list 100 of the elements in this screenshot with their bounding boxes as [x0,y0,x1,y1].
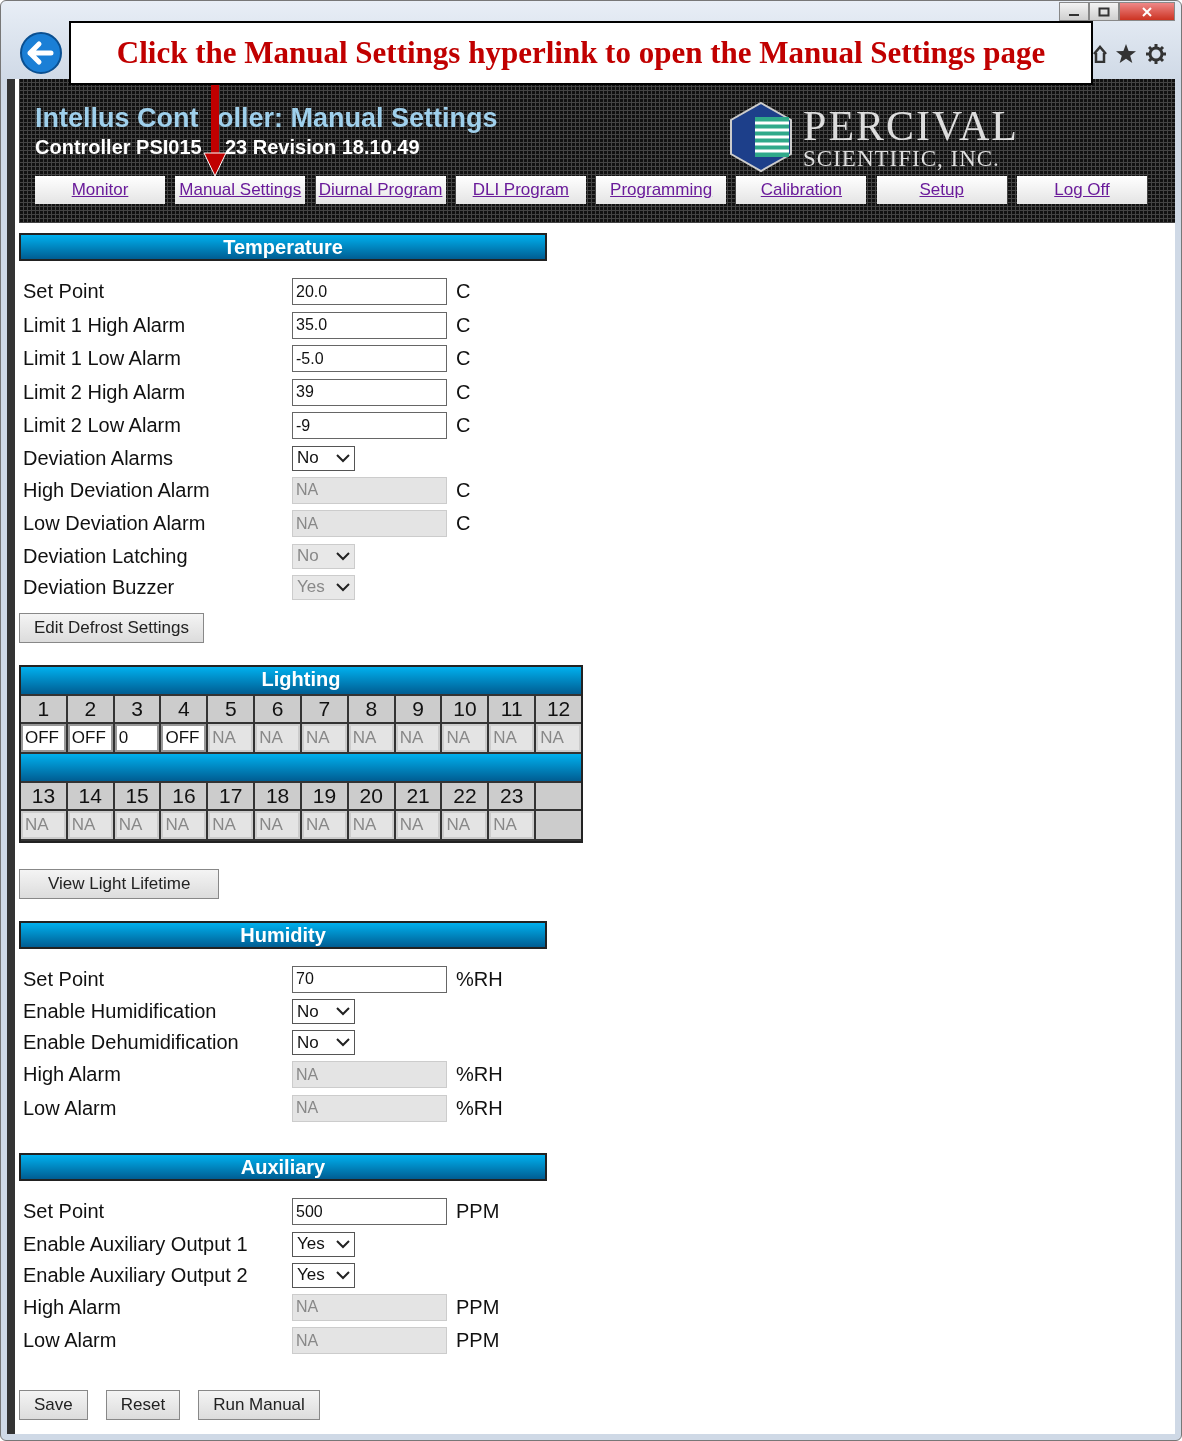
input-field[interactable]: 39 [292,378,447,406]
action-button[interactable]: Edit Defrost Settings [19,612,204,643]
field-label: Low Deviation Alarm [23,512,207,536]
channel-number: 21 [395,782,441,809]
section-header: Temperature [19,233,547,261]
channel-input[interactable]: OFF [161,723,207,752]
action-button[interactable]: Run Manual [198,1389,320,1420]
section-header: Lighting [21,666,581,694]
channel-input[interactable]: OFF [21,723,66,752]
section-header: Auxiliary [19,1153,547,1181]
input-field[interactable]: 35.0 [292,311,447,339]
field-label: Limit 1 Low Alarm [23,347,182,371]
star-icon[interactable] [1115,43,1137,65]
field-label: Enable Auxiliary Output 1 [23,1232,249,1256]
unit-label: PPM [456,1329,500,1353]
nav-link[interactable]: Manual Settings [179,180,302,200]
channel-number: 17 [208,782,254,809]
dropdown[interactable]: Yes [292,1231,355,1257]
dropdown[interactable]: No [292,1030,355,1055]
controller-info: Controller PSI015 [35,136,203,159]
nav-link[interactable]: Programming [610,180,713,200]
channel-number: 8 [348,695,394,722]
channel-number: 12 [536,695,581,722]
settings-icon[interactable] [1145,43,1167,65]
nav-link[interactable]: DLI Program [472,180,570,200]
field-label: Enable Dehumidification [23,1031,240,1054]
channel-number: 4 [161,695,207,722]
chevron-icon [336,453,350,463]
dropdown[interactable]: No [292,445,355,471]
page-title: Intellus Cont [35,103,200,134]
channel-number: 7 [302,695,347,722]
nav-link[interactable]: Calibration [760,180,843,200]
chevron-icon [336,1038,350,1047]
field-label: High Deviation Alarm [23,478,211,502]
unit-label: PPM [456,1200,500,1224]
nav-link[interactable]: Diurnal Program [318,180,443,200]
action-button[interactable]: Reset [105,1389,181,1420]
maximize-icon [1098,6,1110,17]
chevron-icon [336,1239,350,1249]
input-field[interactable]: -9 [292,412,447,440]
unit-label: C [456,347,471,371]
nav-link[interactable]: Setup [919,180,964,200]
nav-link[interactable]: Log Off [1054,180,1110,200]
channel-number: 3 [114,695,160,722]
minimize-button[interactable] [1059,2,1089,21]
channel-input[interactable]: OFF [67,723,113,752]
action-button[interactable]: View Light Lifetime [19,868,220,899]
instruction-text: Click the Manual Settings hyperlink to open the Manual Settings page [116,35,1046,71]
channel-input[interactable]: 0 [114,723,160,752]
channel-number: 22 [442,782,488,809]
field-label: Low Alarm [23,1096,118,1120]
unit-label: C [456,380,471,404]
close-icon [1141,6,1153,17]
unit-label: %RH [456,1096,503,1120]
nav-link[interactable]: Monitor [71,180,129,200]
unit-label: PPM [456,1295,500,1319]
field-label: High Alarm [23,1295,122,1319]
channel-number: 14 [67,782,113,809]
close-button[interactable] [1119,2,1175,21]
chevron-icon [336,582,350,592]
field-label: Set Point [23,967,106,991]
maximize-button[interactable] [1089,2,1119,21]
input-field[interactable]: 20.0 [292,278,447,306]
dropdown[interactable]: Yes [292,1262,355,1288]
logo-tagline: SCIENTIFIC, INC. [803,146,1001,170]
section-header: Humidity [19,920,547,949]
field-label: Deviation Alarms [23,446,175,470]
unit-label: %RH [456,1063,503,1087]
action-button[interactable]: Save [19,1389,88,1420]
field-label: Set Point [23,1200,106,1224]
channel-number: 20 [348,782,394,809]
input-field[interactable]: -5.0 [292,345,447,373]
page-title: oller: Manual Settings [217,103,498,134]
unit-label: C [456,280,471,304]
field-label: Set Point [23,280,106,304]
channel-number: 2 [67,695,113,722]
unit-label: C [456,414,471,438]
input-field[interactable]: 70 [292,965,447,993]
unit-label: C [456,313,471,337]
field-label: Low Alarm [23,1329,118,1353]
channel-number: 19 [302,782,347,809]
input-field[interactable]: 500 [292,1198,447,1226]
channel-number: 16 [161,782,207,809]
home-icon[interactable] [1093,45,1107,63]
field-label: Deviation Latching [23,544,189,568]
chevron-icon [336,1270,350,1280]
unit-label: %RH [456,967,503,991]
minimize-icon [1069,13,1079,16]
field-label: High Alarm [23,1063,122,1087]
channel-number: 9 [395,695,441,722]
field-label: Limit 1 High Alarm [23,313,187,337]
channel-number: 6 [255,695,300,722]
field-label: Deviation Buzzer [23,575,176,599]
field-label: Limit 2 Low Alarm [23,414,182,438]
channel-number: 10 [442,695,488,722]
logo-name: PERCIVAL [803,104,1019,147]
unit-label: C [456,478,471,502]
back-button[interactable] [19,31,63,75]
dropdown[interactable]: No [292,999,355,1024]
chevron-icon [336,551,350,561]
